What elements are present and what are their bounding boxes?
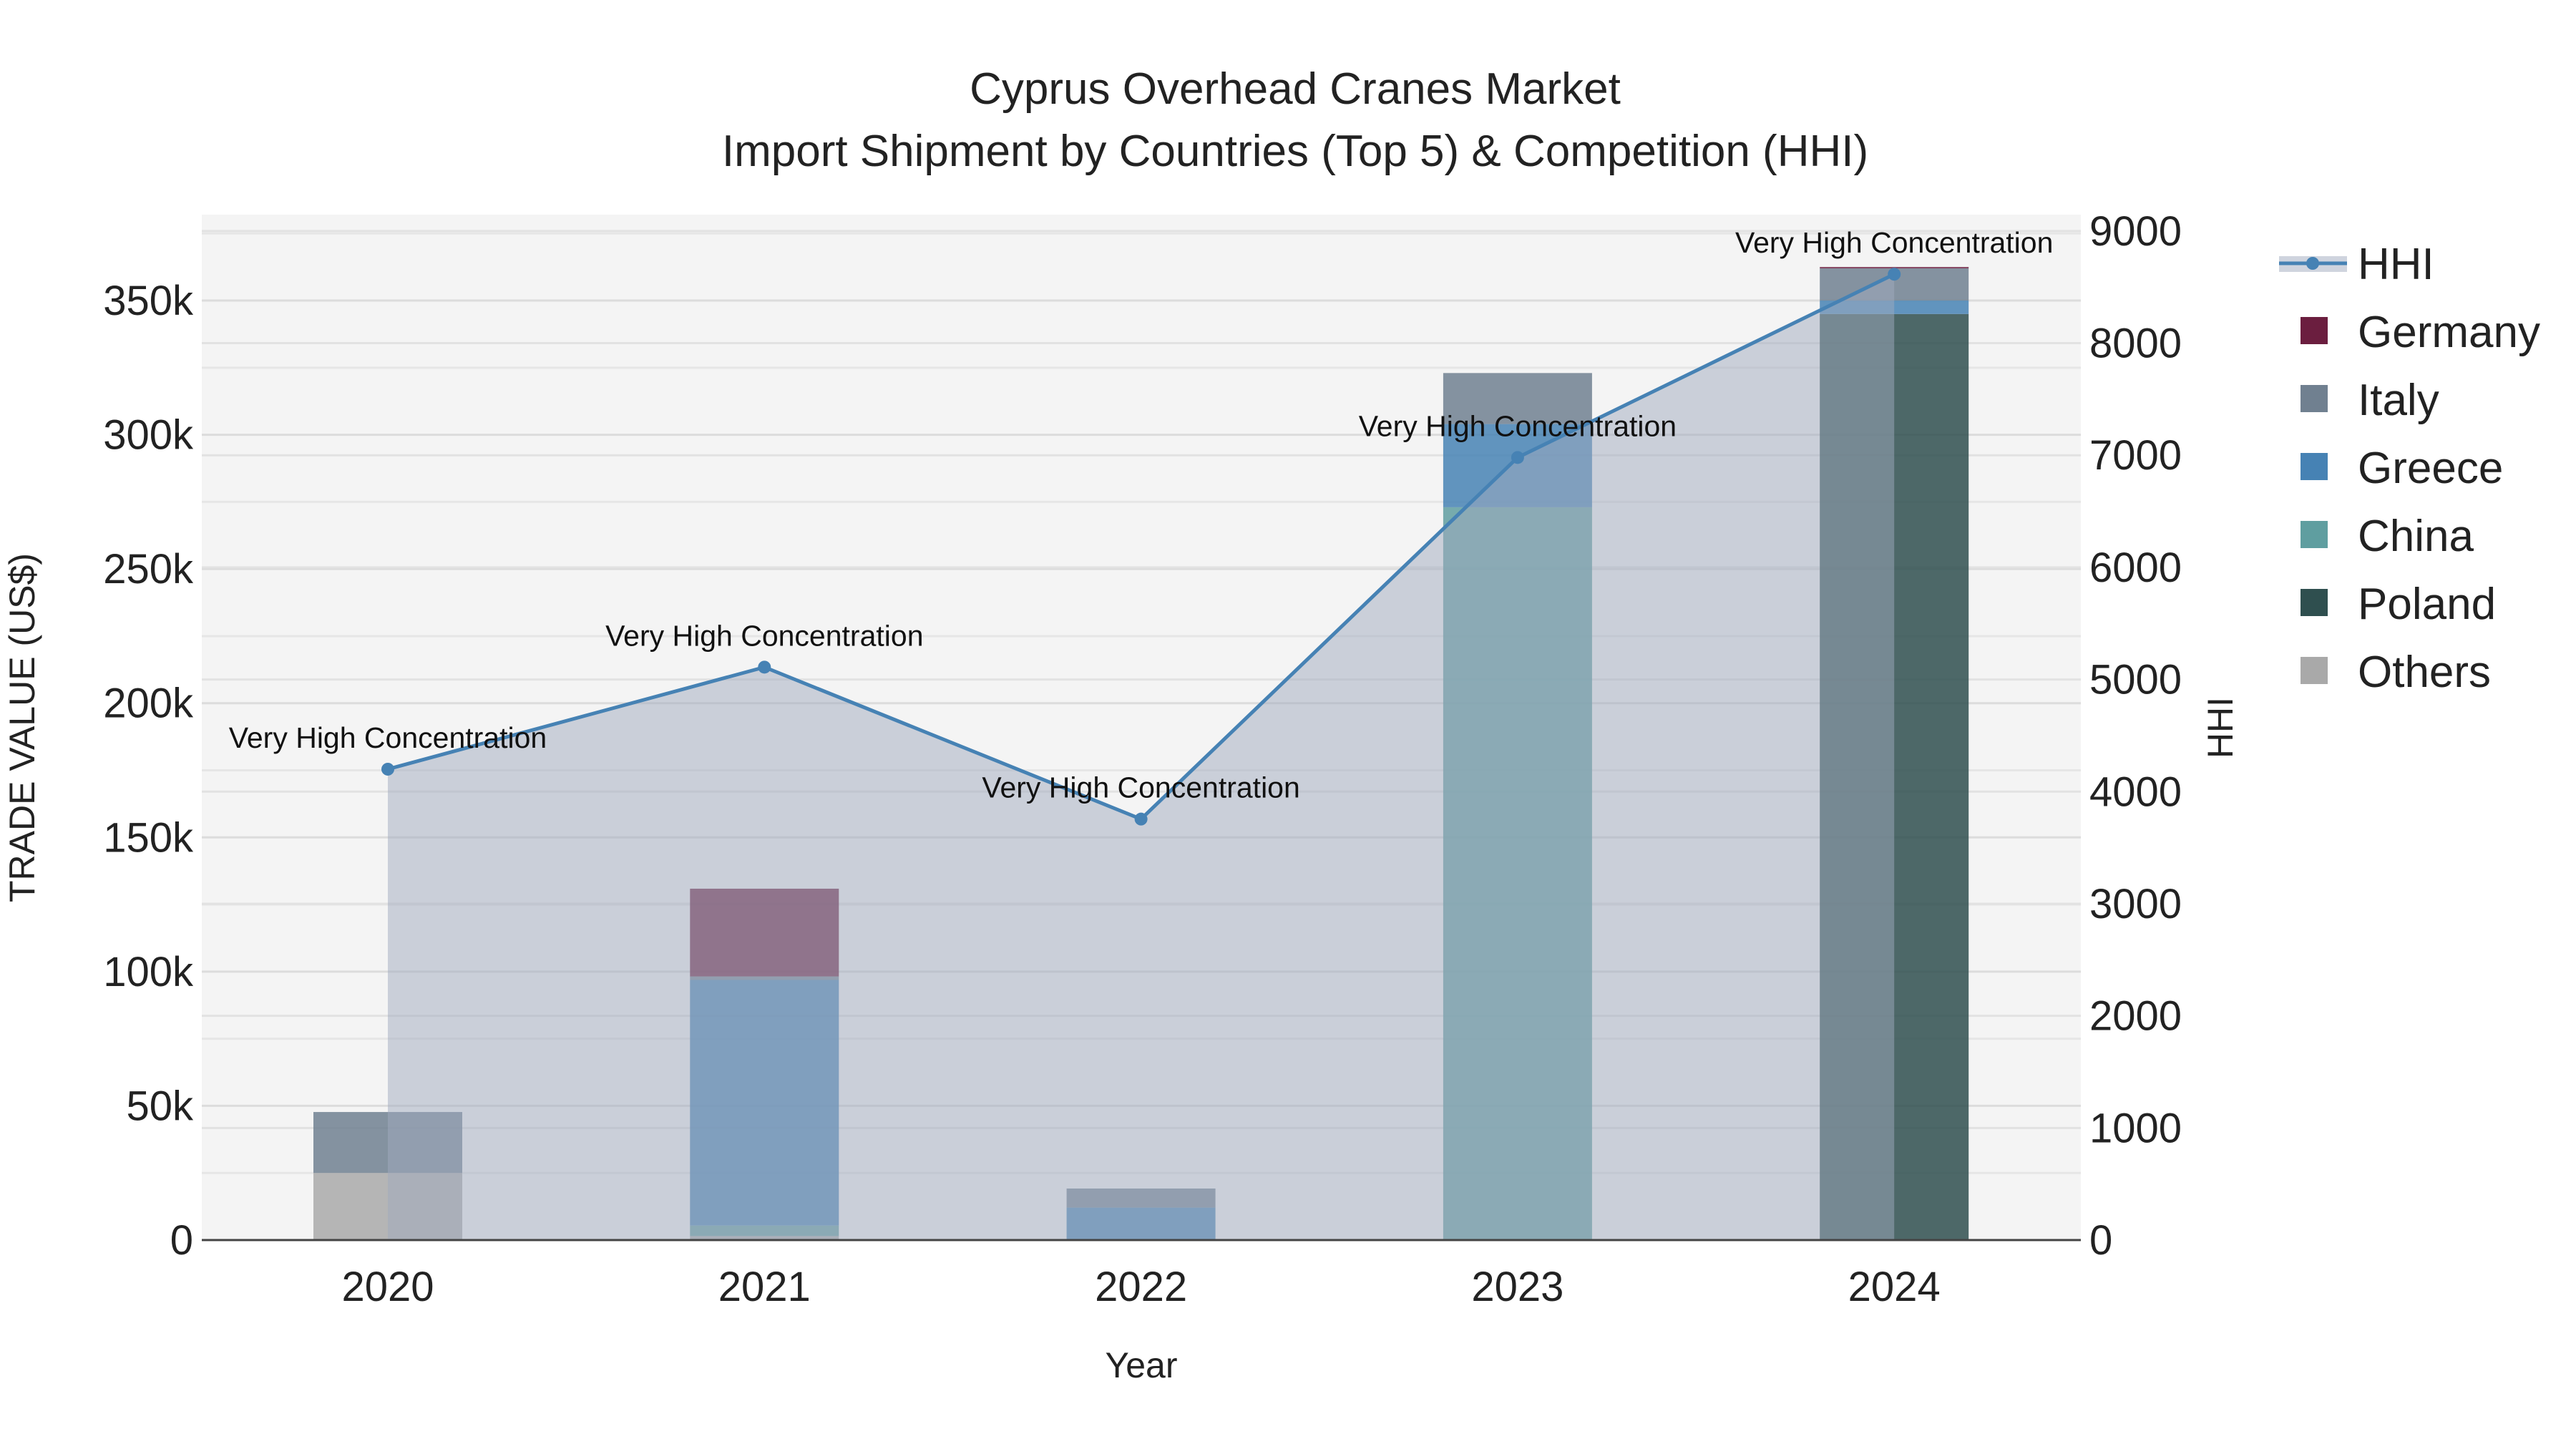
x-tick-label: 2023 — [1471, 1264, 1563, 1310]
x-tick-label: 2021 — [718, 1264, 811, 1310]
x-axis-title: Year — [1105, 1345, 1177, 1385]
y2-axis-title: HHI — [2200, 697, 2240, 758]
legend-label-greece: Greece — [2358, 444, 2503, 493]
y2-tick-label: 5000 — [2089, 657, 2182, 703]
chart-subtitle: Import Shipment by Countries (Top 5) & C… — [722, 127, 1868, 176]
hhi-annotation: Very High Concentration — [1735, 226, 2053, 259]
legend-swatch-greece — [2301, 453, 2328, 480]
legend-label-others: Others — [2358, 648, 2491, 697]
y2-tick-label: 4000 — [2089, 769, 2182, 815]
y-tick-label: 100k — [103, 949, 194, 995]
legend-swatch-china — [2301, 521, 2328, 548]
hhi-annotation: Very High Concentration — [605, 619, 923, 652]
x-tick-label: 2024 — [1848, 1264, 1941, 1310]
y-tick-label: 0 — [170, 1217, 193, 1264]
hhi-annotation: Very High Concentration — [1359, 409, 1677, 442]
legend-label-germany: Germany — [2358, 308, 2540, 357]
x-tick-label: 2022 — [1095, 1264, 1187, 1310]
y-tick-label: 350k — [103, 278, 194, 324]
legend-label-hhi: HHI — [2358, 240, 2434, 289]
y2-tick-label: 8000 — [2089, 321, 2182, 367]
legend-swatch-others — [2301, 657, 2328, 684]
y-tick-label: 50k — [126, 1083, 194, 1129]
y-axis-title: TRADE VALUE (US$) — [2, 553, 42, 902]
y2-tick-label: 2000 — [2089, 993, 2182, 1040]
y2-tick-label: 3000 — [2089, 881, 2182, 927]
legend-label-italy: Italy — [2358, 376, 2439, 425]
y2-tick-label: 9000 — [2089, 208, 2182, 255]
y2-tick-label: 7000 — [2089, 432, 2182, 479]
y2-tick-label: 1000 — [2089, 1105, 2182, 1151]
hhi-annotation: Very High Concentration — [982, 771, 1299, 804]
hhi-point — [1888, 268, 1901, 281]
hhi-point — [1511, 451, 1524, 464]
y-tick-label: 250k — [103, 546, 194, 592]
legend-hhi-marker-icon — [2306, 257, 2319, 270]
legend-swatch-italy — [2301, 385, 2328, 412]
chart-title: Cyprus Overhead Cranes Market — [970, 64, 1621, 114]
y2-tick-label: 6000 — [2089, 545, 2182, 591]
legend-swatch-germany — [2301, 317, 2328, 344]
y-tick-label: 150k — [103, 814, 194, 861]
x-tick-label: 2020 — [341, 1264, 434, 1310]
y-tick-label: 300k — [103, 412, 194, 459]
chart: Very High Concentration Very High Concent… — [2, 64, 2540, 1385]
hhi-point — [1134, 812, 1148, 826]
legend-label-poland: Poland — [2358, 580, 2496, 629]
hhi-point — [381, 762, 394, 776]
legend-swatch-poland — [2301, 589, 2328, 616]
y2-tick-label: 0 — [2089, 1217, 2112, 1264]
legend: HHI Germany Italy Greece China Poland Others — [2279, 240, 2540, 697]
hhi-point — [758, 660, 771, 674]
y-tick-label: 200k — [103, 680, 194, 727]
hhi-annotation: Very High Concentration — [229, 721, 547, 754]
legend-label-china: China — [2358, 512, 2474, 561]
